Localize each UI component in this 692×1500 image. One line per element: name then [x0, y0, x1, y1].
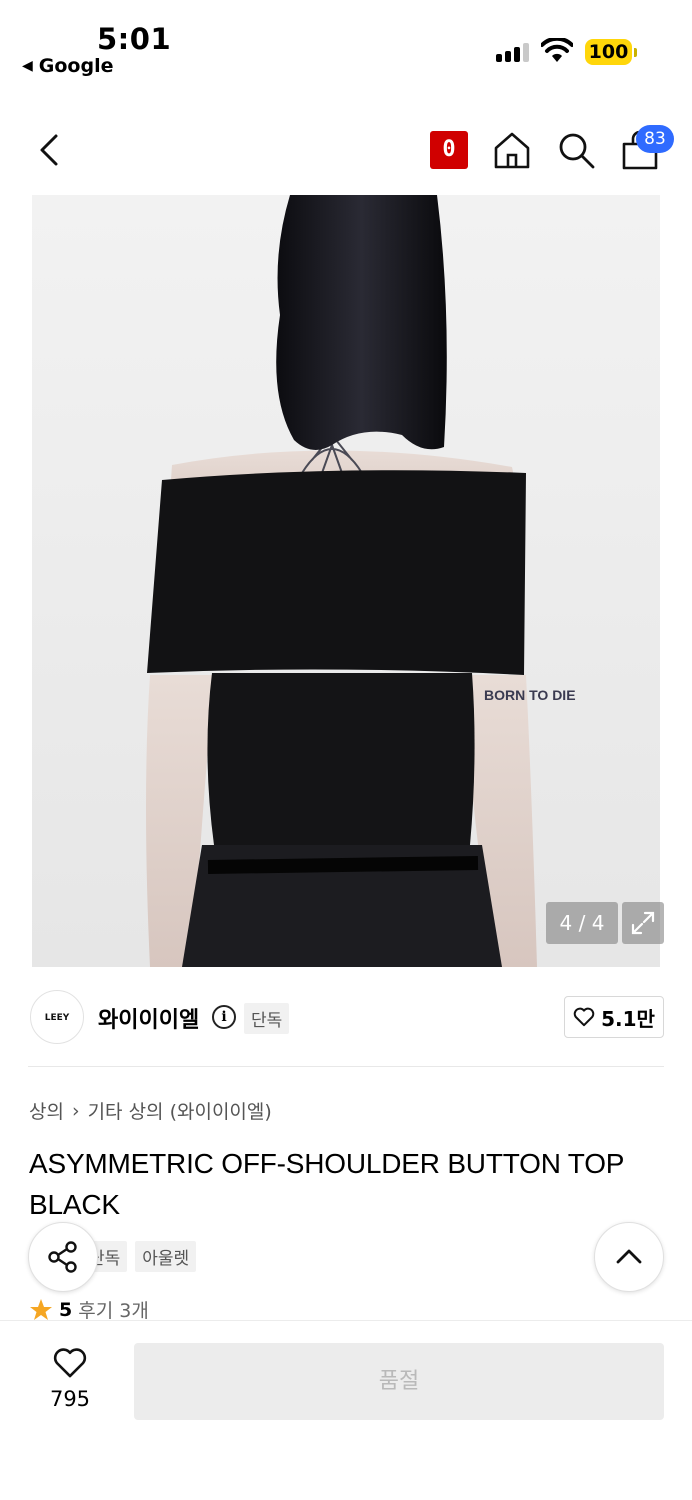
wishlist-count: 795 [49, 1387, 91, 1411]
info-icon[interactable]: i [212, 1005, 236, 1029]
brand-logo[interactable]: LEEY [30, 990, 84, 1044]
product-tags: 단독 아울렛 [82, 1241, 197, 1272]
search-icon[interactable] [556, 130, 596, 170]
breadcrumb: 상의 › 기타 상의 (와이이이엘) [29, 1097, 272, 1124]
review-count: 후기 3개 [78, 1300, 149, 1322]
expand-icon [631, 911, 655, 935]
brand-row: LEEY 와이이이엘 i 단독 5.1만 [0, 986, 692, 1066]
exclusive-tag: 단독 [244, 1003, 290, 1034]
image-counter: 4 / 4 [546, 902, 618, 944]
breadcrumb-category[interactable]: 상의 [29, 1097, 64, 1124]
tattoo-text: BORN TO DIE [484, 687, 576, 703]
back-triangle-icon: ◀ [22, 58, 33, 74]
expand-button[interactable] [622, 902, 664, 944]
product-tag: 아울렛 [135, 1241, 197, 1272]
rating-row[interactable]: 5 후기 3개 [29, 1296, 149, 1323]
breadcrumb-subcategory[interactable]: 기타 상의 (와이이이엘) [88, 1097, 272, 1124]
wifi-icon [541, 38, 573, 62]
heart-icon [53, 1348, 87, 1378]
back-arrow-icon[interactable] [34, 132, 66, 168]
share-icon [48, 1241, 77, 1273]
top-nav: 0 [0, 110, 692, 190]
divider [28, 1066, 664, 1067]
battery-indicator: 100 [585, 39, 637, 65]
chevron-right-icon: › [71, 1099, 80, 1122]
brand-like-button[interactable]: 5.1만 [564, 996, 664, 1038]
back-app-label: Google [38, 55, 114, 77]
product-photo: BORN TO DIE [146, 195, 576, 967]
brand-name[interactable]: 와이이이엘 [98, 1002, 199, 1034]
home-icon[interactable] [492, 130, 532, 170]
star-icon [30, 1298, 52, 1320]
bottom-bar: 795 품절 [0, 1320, 692, 1500]
wishlist-button[interactable]: 795 [40, 1347, 100, 1411]
cart-count-badge: 83 [636, 125, 674, 153]
scroll-to-top-button[interactable] [594, 1222, 664, 1292]
brand-like-count: 5.1만 [601, 1006, 655, 1031]
rating-score: 5 [59, 1298, 73, 1321]
brand-logo-button[interactable]: 0 [430, 131, 468, 169]
back-to-app-link[interactable]: ◀ Google [22, 55, 113, 77]
heart-icon [573, 1007, 595, 1027]
sold-out-button[interactable]: 품절 [134, 1343, 664, 1420]
share-button[interactable] [28, 1222, 98, 1292]
status-bar: 5:01 ◀ Google 100 [0, 0, 692, 90]
clock: 5:01 [97, 22, 172, 56]
product-title: ASYMMETRIC OFF-SHOULDER BUTTON TOP BLACK [29, 1148, 624, 1220]
product-image[interactable]: BORN TO DIE [32, 195, 660, 967]
chevron-up-icon [616, 1249, 642, 1264]
cellular-signal-icon [496, 42, 529, 62]
